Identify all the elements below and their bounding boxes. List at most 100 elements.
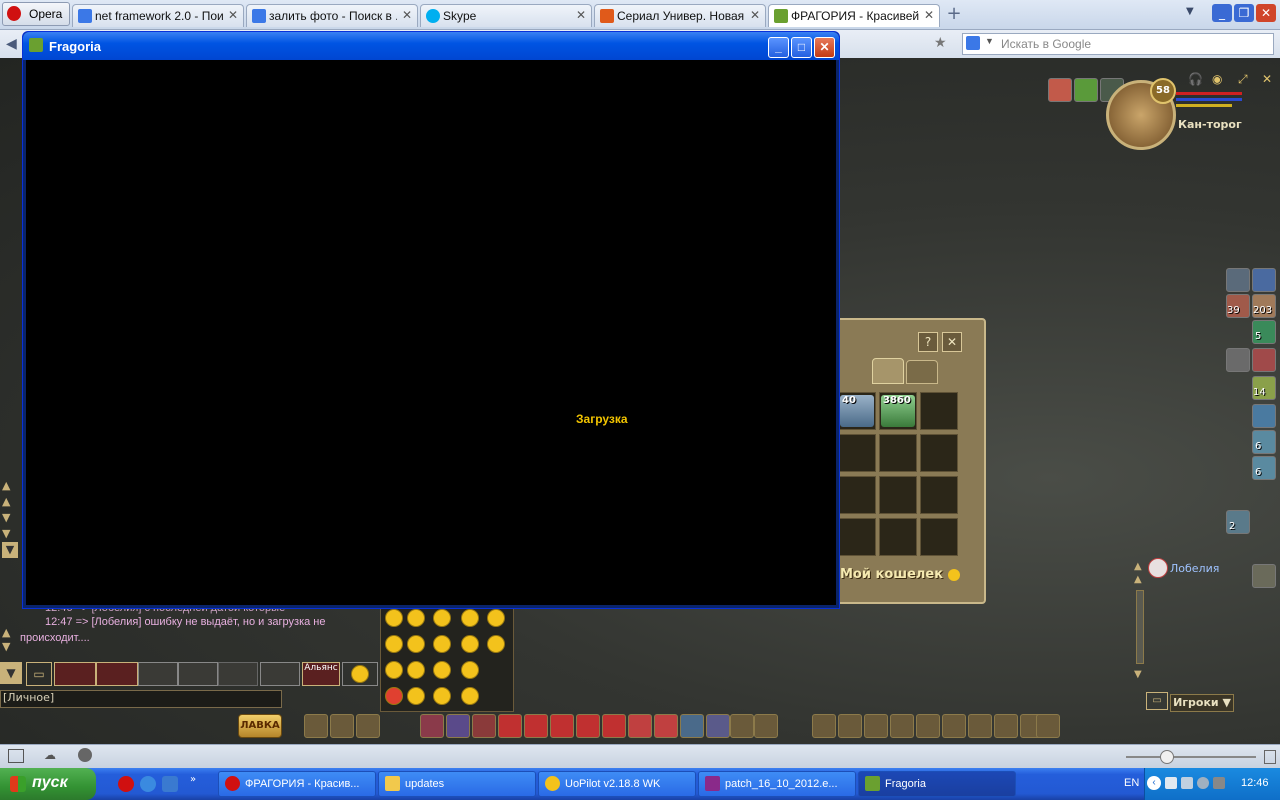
smile-picker-button[interactable]	[342, 662, 378, 686]
menu-slot[interactable]	[838, 714, 862, 738]
inventory-slot[interactable]	[920, 434, 958, 472]
taskbar-item-fragoria-opera[interactable]: ФРАГОРИЯ - Красив...	[218, 771, 376, 797]
monitor-icon[interactable]	[1213, 777, 1225, 789]
minimize-window-button[interactable]: _	[768, 37, 789, 58]
inventory-slot[interactable]	[879, 476, 917, 514]
menu-slot[interactable]	[890, 714, 914, 738]
skill-slot[interactable]	[446, 714, 470, 738]
chat-window-icon[interactable]: ▭	[1146, 692, 1168, 710]
collapse-chat-icon[interactable]: ▼	[2, 542, 18, 558]
tab-fragoria[interactable]: ФРАГОРИЯ - Красивей... ✕	[768, 4, 940, 27]
speed-dial-icon[interactable]	[78, 748, 92, 762]
quicklaunch-icon[interactable]	[162, 776, 178, 792]
maximize-window-button[interactable]: □	[791, 37, 812, 58]
skill-slot[interactable]	[602, 714, 626, 738]
taskbar-item-updates[interactable]: updates	[378, 771, 536, 797]
smiley-icon[interactable]	[407, 687, 425, 705]
skill-slot[interactable]	[498, 714, 522, 738]
inventory-slot[interactable]: 40	[838, 392, 876, 430]
taskbar-item-patch[interactable]: patch_16_10_2012.e...	[698, 771, 856, 797]
smiley-icon[interactable]	[461, 635, 479, 653]
inventory-slot[interactable]: 3860	[879, 392, 917, 430]
emote-group-button[interactable]	[260, 662, 300, 686]
smiley-icon[interactable]	[487, 609, 505, 627]
buff-icon[interactable]	[1252, 404, 1276, 428]
smiley-icon[interactable]	[433, 687, 451, 705]
close-window-button[interactable]: ✕	[814, 37, 835, 58]
menu-slot[interactable]	[994, 714, 1018, 738]
search-input[interactable]: ▼ Искать в Google	[962, 33, 1274, 55]
smiley-icon[interactable]	[487, 635, 505, 653]
skill-slot[interactable]	[356, 714, 380, 738]
smiley-icon[interactable]	[433, 609, 451, 627]
inventory-slot[interactable]	[879, 518, 917, 556]
hearts-icon[interactable]	[1048, 78, 1072, 102]
eye-icon[interactable]: ◉	[1212, 72, 1222, 86]
inventory-slot[interactable]	[920, 518, 958, 556]
close-icon[interactable]: ✕	[1262, 72, 1272, 86]
inventory-slot[interactable]	[920, 392, 958, 430]
players-dropdown[interactable]: Игроки ▼	[1170, 694, 1234, 712]
quicklaunch-more-icon[interactable]: »	[190, 774, 196, 785]
close-tab-icon[interactable]: ✕	[576, 8, 586, 22]
zoom-slider-thumb[interactable]	[1160, 750, 1174, 764]
close-tab-icon[interactable]: ✕	[924, 8, 934, 22]
close-tab-icon[interactable]: ✕	[750, 8, 760, 22]
smiley-icon[interactable]	[433, 661, 451, 679]
emote-group-button[interactable]	[96, 662, 138, 686]
skill-slot[interactable]	[472, 714, 496, 738]
buff-icon[interactable]	[1252, 268, 1276, 292]
buff-icon[interactable]: 2	[1226, 510, 1250, 534]
skill-slot[interactable]	[304, 714, 328, 738]
buff-icon[interactable]	[1226, 268, 1250, 292]
buff-icon[interactable]: 6	[1252, 430, 1276, 454]
scroll-up-icon[interactable]: ▲	[1134, 573, 1142, 586]
alliance-channel-button[interactable]: Альянс	[302, 662, 340, 686]
minimap-icon[interactable]	[1252, 564, 1276, 588]
cloud-icon[interactable]: ☁	[44, 748, 56, 762]
skill-slot[interactable]	[524, 714, 548, 738]
smiley-icon[interactable]	[407, 635, 425, 653]
inventory-slot[interactable]	[838, 434, 876, 472]
close-browser-button[interactable]: ✕	[1256, 4, 1276, 22]
menu-slot[interactable]	[942, 714, 966, 738]
scroll-up-icon[interactable]: ▲	[2, 494, 18, 510]
menu-slot[interactable]	[864, 714, 888, 738]
inventory-slot[interactable]	[838, 518, 876, 556]
scroll-down-icon[interactable]: ▼	[2, 526, 18, 542]
buff-icon[interactable]: 6	[1252, 456, 1276, 480]
skill-slot[interactable]	[420, 714, 444, 738]
headphones-icon[interactable]: 🎧	[1188, 72, 1203, 86]
buff-icon[interactable]	[1226, 348, 1250, 372]
chat-window-icon[interactable]: ▭	[26, 662, 52, 686]
wallet-button[interactable]: Мой кошелек	[840, 567, 960, 582]
chevron-down-icon[interactable]: ▼	[0, 662, 22, 684]
smiley-icon[interactable]	[385, 609, 403, 627]
buff-icon[interactable]	[1252, 348, 1276, 372]
volume-icon[interactable]	[1181, 777, 1193, 789]
inventory-slot[interactable]	[879, 434, 917, 472]
window-title-bar[interactable]: Fragoria _ □ ✕	[23, 32, 839, 60]
inventory-slot[interactable]	[920, 476, 958, 514]
menu-slot[interactable]	[968, 714, 992, 738]
mount-tab-icon[interactable]	[906, 360, 938, 384]
start-button[interactable]: пуск	[0, 768, 96, 800]
menu-slot[interactable]	[812, 714, 836, 738]
new-tab-button[interactable]: +	[944, 4, 964, 24]
online-user-name[interactable]: Лобелия	[1170, 562, 1219, 575]
ie-quicklaunch-icon[interactable]	[140, 776, 156, 792]
scroll-up-icon[interactable]: ▲	[2, 478, 18, 494]
resize-icon[interactable]	[1264, 750, 1276, 764]
tab-skype[interactable]: Skype ✕	[420, 4, 592, 27]
menu-slot[interactable]	[916, 714, 940, 738]
tray-app-icon[interactable]	[1197, 777, 1209, 789]
buff-icon[interactable]: 5	[1252, 320, 1276, 344]
tray-expand-icon[interactable]: ‹	[1147, 776, 1161, 790]
skill-slot[interactable]	[550, 714, 574, 738]
close-inventory-button[interactable]: ✕	[942, 332, 962, 352]
emote-group-button[interactable]	[138, 662, 178, 686]
tab-photo-search[interactable]: залить фото - Поиск в ... ✕	[246, 4, 418, 27]
shop-button[interactable]: ЛАВКА	[238, 714, 282, 738]
mount-tab-icon[interactable]	[872, 358, 904, 384]
restore-browser-button[interactable]: ❐	[1234, 4, 1254, 22]
